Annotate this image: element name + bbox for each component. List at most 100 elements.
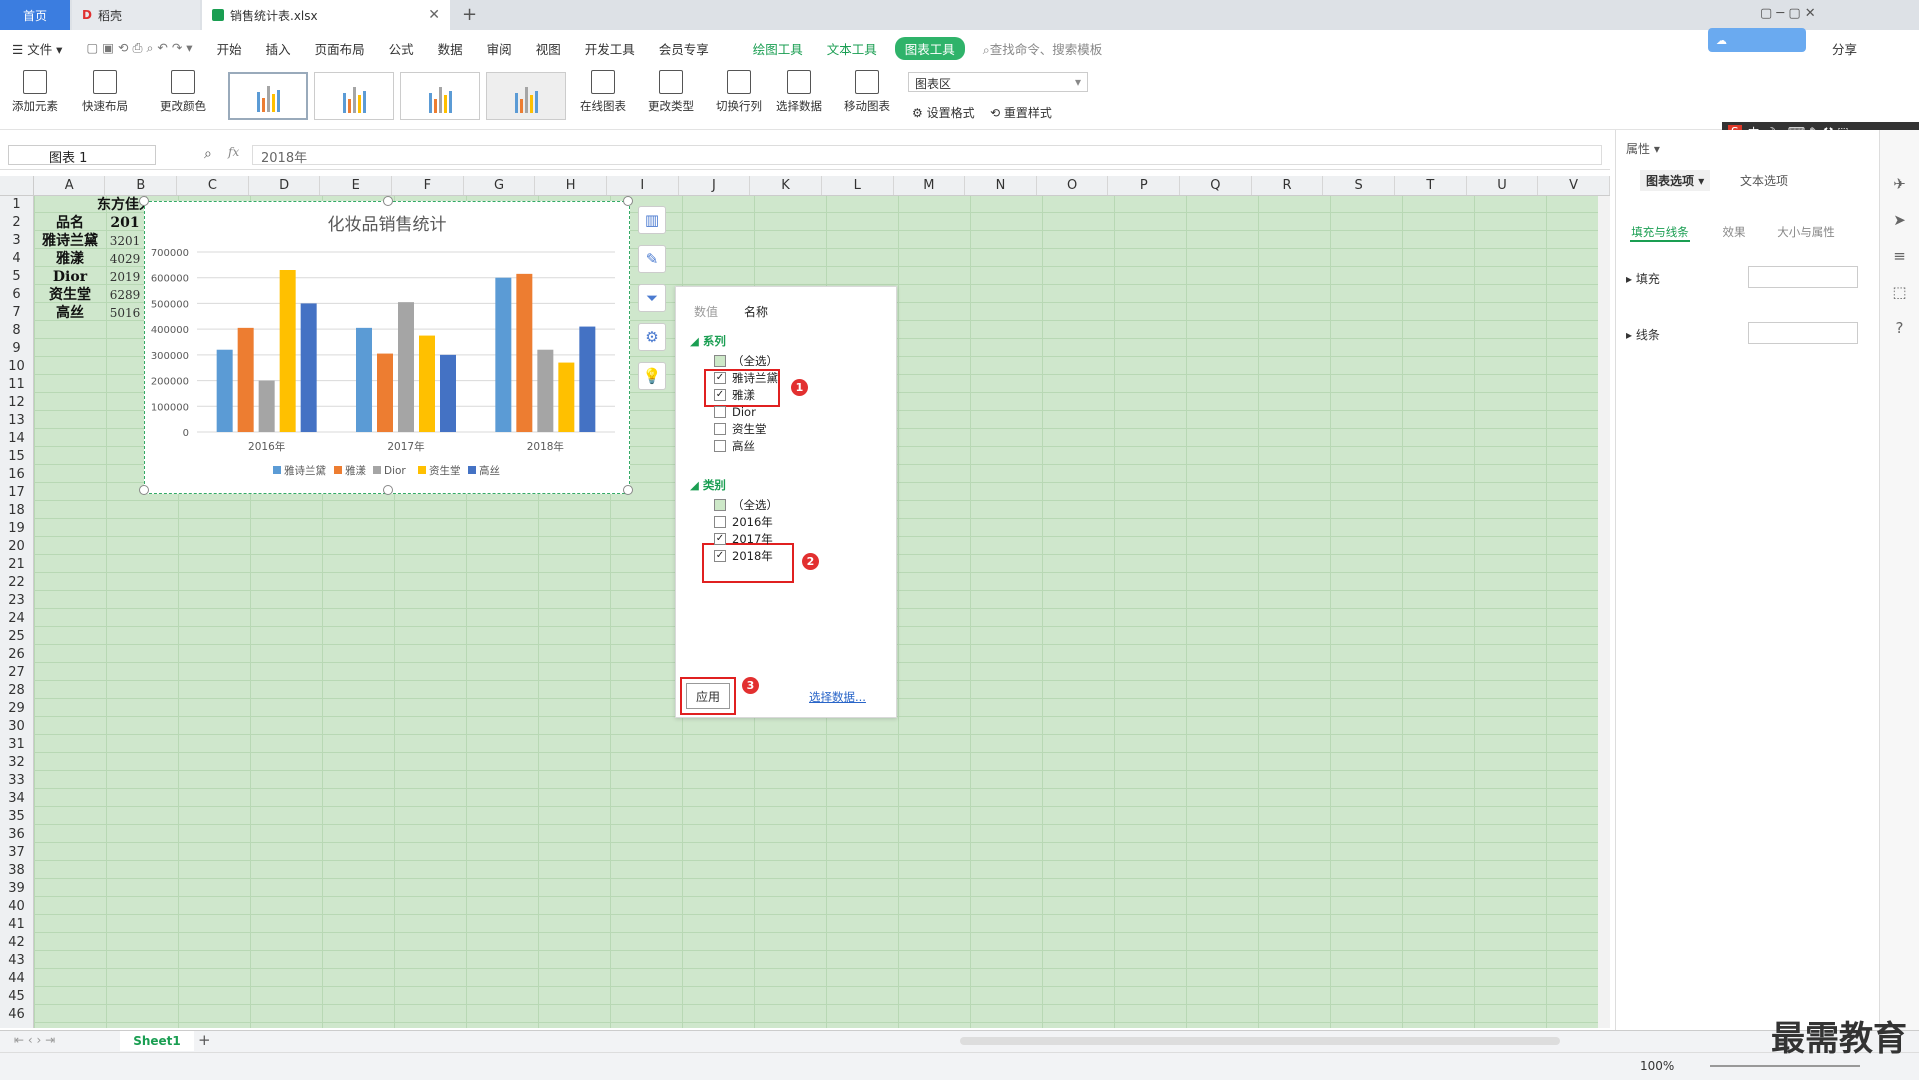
column-header-n[interactable]: N	[965, 176, 1037, 195]
row-header-40[interactable]: 40	[0, 898, 33, 916]
checkbox[interactable]: ✓	[714, 389, 726, 401]
subtab-effect[interactable]: 效果	[1714, 200, 1754, 240]
formula-input[interactable]: 2018年	[252, 145, 1602, 166]
line-section[interactable]: ▸ 线条	[1626, 326, 1660, 343]
row-header-31[interactable]: 31	[0, 736, 33, 754]
online-chart-button[interactable]: 在线图表	[580, 70, 626, 114]
column-header-h[interactable]: H	[535, 176, 607, 195]
column-header-m[interactable]: M	[894, 176, 966, 195]
row-header-32[interactable]: 32	[0, 754, 33, 772]
sheet-tab-sheet1[interactable]: Sheet1	[120, 1031, 194, 1051]
chart-object[interactable]: 化妆品销售统计 700000 600000 500000 400000 300000 20…	[139, 196, 633, 495]
tab-text-options[interactable]: 文本选项	[1740, 172, 1788, 189]
column-header-r[interactable]: R	[1252, 176, 1324, 195]
chart-settings-gear-icon[interactable]: ⚙	[638, 323, 666, 351]
chart-filter-icon[interactable]: ⏷	[638, 284, 666, 312]
cell-a2[interactable]: 品名	[34, 214, 106, 232]
category-section-title[interactable]: ◢ 类别	[690, 477, 726, 493]
add-element-button[interactable]: 添加元素	[12, 70, 58, 114]
category-item[interactable]: ✓ 2018年	[714, 548, 773, 564]
row-header-12[interactable]: 12	[0, 394, 33, 412]
bar[interactable]	[300, 303, 317, 432]
resize-handle-tr[interactable]	[623, 196, 633, 206]
filter-tab-values[interactable]: 数值	[694, 303, 718, 320]
fill-select[interactable]	[1748, 266, 1858, 288]
legend-entry[interactable]: Dior	[384, 465, 406, 477]
name-box[interactable]: 图表 1	[8, 145, 156, 166]
row-header-33[interactable]: 33	[0, 772, 33, 790]
checkbox[interactable]	[714, 516, 726, 528]
series-item[interactable]: ✓ 雅诗兰黛	[714, 370, 778, 386]
row-header-5[interactable]: 5	[0, 268, 33, 286]
chart-style-thumb-2[interactable]	[314, 72, 394, 120]
cell-a7[interactable]: 高丝	[34, 304, 106, 322]
add-sheet-icon[interactable]: +	[198, 1031, 211, 1049]
resize-handle-bl[interactable]	[139, 485, 149, 495]
cloud-button[interactable]: ☁	[1708, 28, 1806, 52]
checkbox[interactable]	[714, 406, 726, 418]
checkbox-partial[interactable]	[714, 499, 726, 511]
column-header-i[interactable]: I	[607, 176, 679, 195]
tab-home[interactable]: 首页	[0, 0, 70, 30]
row-header-37[interactable]: 37	[0, 844, 33, 862]
select-all-corner[interactable]	[0, 176, 34, 195]
cell-a6[interactable]: 资生堂	[34, 286, 106, 304]
cell-b5[interactable]: 2019	[106, 268, 144, 286]
bar[interactable]	[279, 270, 296, 432]
row-header-29[interactable]: 29	[0, 700, 33, 718]
legend-entry[interactable]: 资生堂	[429, 464, 461, 477]
bar[interactable]	[495, 277, 512, 432]
menu-chart-tools[interactable]: 图表工具	[894, 36, 965, 60]
row-header-11[interactable]: 11	[0, 376, 33, 394]
column-header-b[interactable]: B	[105, 176, 178, 195]
row-header-14[interactable]: 14	[0, 430, 33, 448]
chart-style-thumb-3[interactable]	[400, 72, 480, 120]
series-item[interactable]: Dior	[714, 404, 756, 420]
row-header-24[interactable]: 24	[0, 610, 33, 628]
row-header-7[interactable]: 7	[0, 304, 33, 322]
category-item[interactable]: 2016年	[714, 514, 773, 530]
row-header-45[interactable]: 45	[0, 988, 33, 1006]
column-header-g[interactable]: G	[464, 176, 536, 195]
row-header-46[interactable]: 46	[0, 1006, 33, 1024]
tab-daoke[interactable]: D 稻壳	[72, 0, 200, 30]
row-header-39[interactable]: 39	[0, 880, 33, 898]
menu-item-data[interactable]: 数据	[426, 39, 475, 58]
row-header-19[interactable]: 19	[0, 520, 33, 538]
row-header-35[interactable]: 35	[0, 808, 33, 826]
category-select-all[interactable]: （全选）	[714, 497, 778, 513]
checkbox[interactable]: ✓	[714, 372, 726, 384]
menu-drawing-tools[interactable]: 绘图工具	[741, 39, 815, 58]
menu-file[interactable]: ☰ 文件 ▾	[0, 39, 74, 58]
fx-label[interactable]: fx	[228, 145, 239, 159]
bar[interactable]	[579, 326, 596, 432]
row-header-17[interactable]: 17	[0, 484, 33, 502]
chart-style-thumb-1[interactable]	[228, 72, 308, 120]
bar[interactable]	[419, 335, 435, 432]
bar[interactable]	[377, 353, 393, 432]
menu-item-formula[interactable]: 公式	[377, 39, 426, 58]
reset-style-button[interactable]: ⟲ 重置样式	[990, 104, 1052, 121]
resize-handle-tc[interactable]	[383, 196, 393, 206]
menu-item-member[interactable]: 会员专享	[647, 39, 721, 58]
move-chart-button[interactable]: 移动图表	[844, 70, 890, 114]
series-item[interactable]: ✓ 雅漾	[714, 387, 755, 403]
column-header-e[interactable]: E	[320, 176, 393, 195]
subtab-size[interactable]: 大小与属性	[1766, 200, 1846, 240]
menu-item-layout[interactable]: 页面布局	[303, 39, 377, 58]
zoom-icon[interactable]: ⌕	[204, 146, 212, 162]
resize-handle-br[interactable]	[623, 485, 633, 495]
column-header-d[interactable]: D	[249, 176, 321, 195]
column-header-o[interactable]: O	[1037, 176, 1109, 195]
column-header-k[interactable]: K	[750, 176, 822, 195]
panel-title[interactable]: 属性 ▾	[1626, 140, 1660, 157]
close-icon[interactable]: ✕	[428, 7, 440, 23]
cell-a3[interactable]: 雅诗兰黛	[34, 232, 106, 250]
row-header-1[interactable]: 1	[0, 196, 33, 214]
zoom-slider[interactable]	[1710, 1065, 1860, 1067]
switch-rowcol-button[interactable]: 切换行列	[716, 70, 762, 114]
column-header-j[interactable]: J	[679, 176, 751, 195]
checkbox[interactable]	[714, 440, 726, 452]
category-item[interactable]: ✓ 2017年	[714, 531, 773, 547]
select-data-button[interactable]: 选择数据	[776, 70, 822, 114]
